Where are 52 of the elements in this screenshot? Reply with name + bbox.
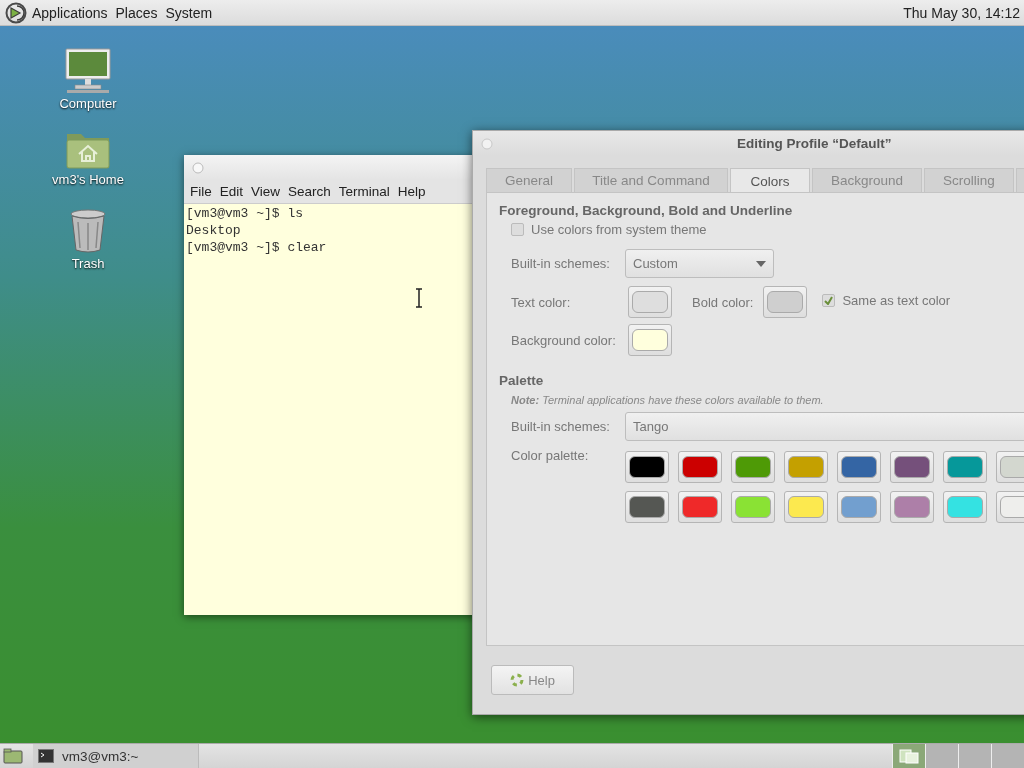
icon-label[interactable]: Computer bbox=[59, 96, 117, 111]
dropdown[interactable]: Custom bbox=[625, 249, 774, 278]
checkmark-icon bbox=[824, 296, 834, 305]
field-label: Bold color: bbox=[692, 294, 754, 310]
terminal-icon bbox=[38, 749, 54, 763]
caret-icon bbox=[756, 260, 766, 267]
field-label: Background color: bbox=[511, 332, 617, 348]
window-title: Editing Profile “Default” bbox=[737, 136, 892, 151]
field-label: Built-in schemes: bbox=[511, 256, 611, 271]
close-button-icon[interactable] bbox=[481, 138, 493, 150]
taskbar-button[interactable]: vm3@vm3:~ bbox=[33, 744, 199, 768]
checkbox-label: Same as text color bbox=[842, 293, 951, 308]
workspace-button[interactable] bbox=[925, 744, 958, 768]
checkbox-label: Use colors from system theme bbox=[531, 222, 707, 237]
lifebuoy-icon bbox=[510, 673, 525, 687]
menu-item[interactable]: Search bbox=[284, 184, 335, 199]
text-cursor-icon bbox=[415, 288, 423, 308]
logo-icon[interactable] bbox=[5, 1, 27, 24]
checkbox[interactable] bbox=[511, 223, 524, 236]
window-thumbnail-icon bbox=[899, 748, 919, 764]
menu-item[interactable]: File bbox=[186, 184, 216, 199]
section-heading: Foreground, Background, Bold and Underline bbox=[499, 203, 794, 218]
clock[interactable]: Thu May 30, 14:12 bbox=[899, 4, 1020, 21]
field-label: Text color: bbox=[511, 294, 572, 310]
dropdown-value: Tango bbox=[633, 419, 669, 434]
menu-item[interactable]: View bbox=[247, 184, 285, 199]
terminal-line: [vm3@vm3 ~]$ clear bbox=[186, 239, 328, 256]
field-label: Color palette: bbox=[511, 448, 590, 463]
section-heading: Palette bbox=[499, 373, 545, 388]
menu-item[interactable]: Terminal bbox=[334, 184, 394, 199]
icon-label[interactable]: vm3's Home bbox=[52, 172, 124, 187]
workspace-button[interactable] bbox=[892, 744, 925, 768]
terminal-line: Desktop bbox=[186, 222, 242, 239]
terminal-line: [vm3@vm3 ~]$ ls bbox=[186, 205, 305, 222]
show-desktop-icon[interactable] bbox=[3, 748, 23, 764]
tab[interactable]: Colors bbox=[730, 168, 810, 193]
field-label: Built-in schemes: bbox=[511, 419, 611, 434]
menu-item[interactable]: Help bbox=[393, 184, 430, 199]
menu-item[interactable]: Applications bbox=[28, 4, 112, 21]
workspace-button[interactable] bbox=[991, 744, 1024, 768]
close-button-icon[interactable] bbox=[192, 161, 204, 174]
workspace-button[interactable] bbox=[958, 744, 991, 768]
note-text: Note: Terminal applications have these colors available to them. bbox=[510, 394, 825, 406]
menu-item[interactable]: Places bbox=[111, 4, 162, 21]
monitor-icon bbox=[63, 48, 113, 94]
menu-item[interactable]: System bbox=[161, 4, 217, 21]
icon-label[interactable]: Trash bbox=[71, 256, 105, 271]
dropdown[interactable]: Tango bbox=[625, 412, 1024, 441]
menu-item[interactable]: Edit bbox=[215, 184, 248, 199]
trash-icon bbox=[68, 208, 108, 254]
checkbox[interactable] bbox=[822, 294, 836, 307]
dropdown-value: Custom bbox=[633, 256, 678, 271]
